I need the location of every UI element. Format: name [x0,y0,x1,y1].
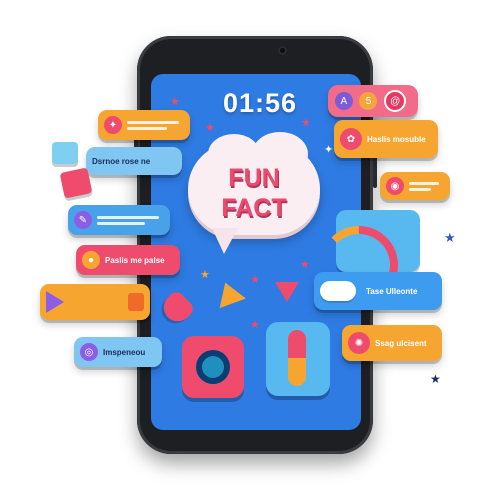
lens-icon [196,350,230,384]
bubble-left-4[interactable]: ● Paslis me palse [76,245,180,275]
swirl-icon: @ [384,90,407,112]
star-icon: ★ [200,269,210,281]
bubble-right-2[interactable]: ✿ Haslis mosuble [334,120,438,158]
front-camera-icon [278,46,287,55]
play-icon [46,291,64,313]
star-icon: ★ [250,319,260,331]
star-icon: ★ [300,259,310,271]
bubble-left-2-text: Dsrnoe rose ne [92,156,151,166]
star-icon: ★ [170,96,180,108]
flower-icon: ✿ [340,128,362,150]
fun-title-line2: FACT [221,194,287,222]
bubble-right-5[interactable]: ✺ Ssag ulcisent [342,325,442,361]
five-icon: 5 [359,92,378,110]
envelope-icon [52,142,78,164]
bubble-right-4[interactable]: Tase Ulleonte [314,272,442,310]
clock-time: 01:56 [222,88,298,118]
book-icon [128,293,144,311]
bubble-right-3[interactable]: ◉ [380,172,450,200]
lightbulb-icon: ✦ [104,116,122,134]
bubble-left-top[interactable]: ✦ [98,110,190,140]
triangle-pink-icon [275,282,299,302]
bubble-left-2[interactable]: Dsrnoe rose ne [86,147,182,175]
top-right-badge[interactable]: A 5 @ [328,85,418,117]
pink-envelope-icon [59,167,93,199]
coin-icon: ● [82,251,100,269]
fun-title-line1: FUN [228,164,280,192]
pill-app-icon[interactable] [266,322,330,396]
chat-icon: ✎ [74,211,92,229]
camera-app-icon[interactable] [182,336,244,398]
bubble-right-4-text: Tase Ulleonte [366,286,418,296]
cloud-icon [320,281,356,301]
bubble-left-5[interactable] [40,284,150,320]
fun-fact-title: FUN FACT [190,163,318,223]
bubble-left-6[interactable]: ◎ Imspeneou [74,337,162,367]
star-icon: ✦ [324,144,334,156]
star-icon: ★ [205,122,215,134]
bubble-right-2-text: Haslis mosuble [367,134,426,144]
pill-icon [288,330,306,386]
cloud-tail [212,228,238,254]
bubble-left-6-text: Imspeneou [103,347,146,357]
bubble-left-3[interactable]: ✎ [68,205,170,235]
a-icon: A [334,92,353,110]
swirl-icon: ◎ [80,343,98,361]
target-icon: ◉ [386,177,404,195]
star-icon: ★ [301,117,311,129]
bubble-right-5-text: Ssag ulcisent [375,338,427,348]
star-icon: ★ [430,372,441,386]
star-icon: ★ [444,230,456,245]
bubble-left-4-text: Paslis me palse [105,255,165,265]
star-icon: ★ [250,274,260,286]
fan-icon: ✺ [348,332,370,354]
